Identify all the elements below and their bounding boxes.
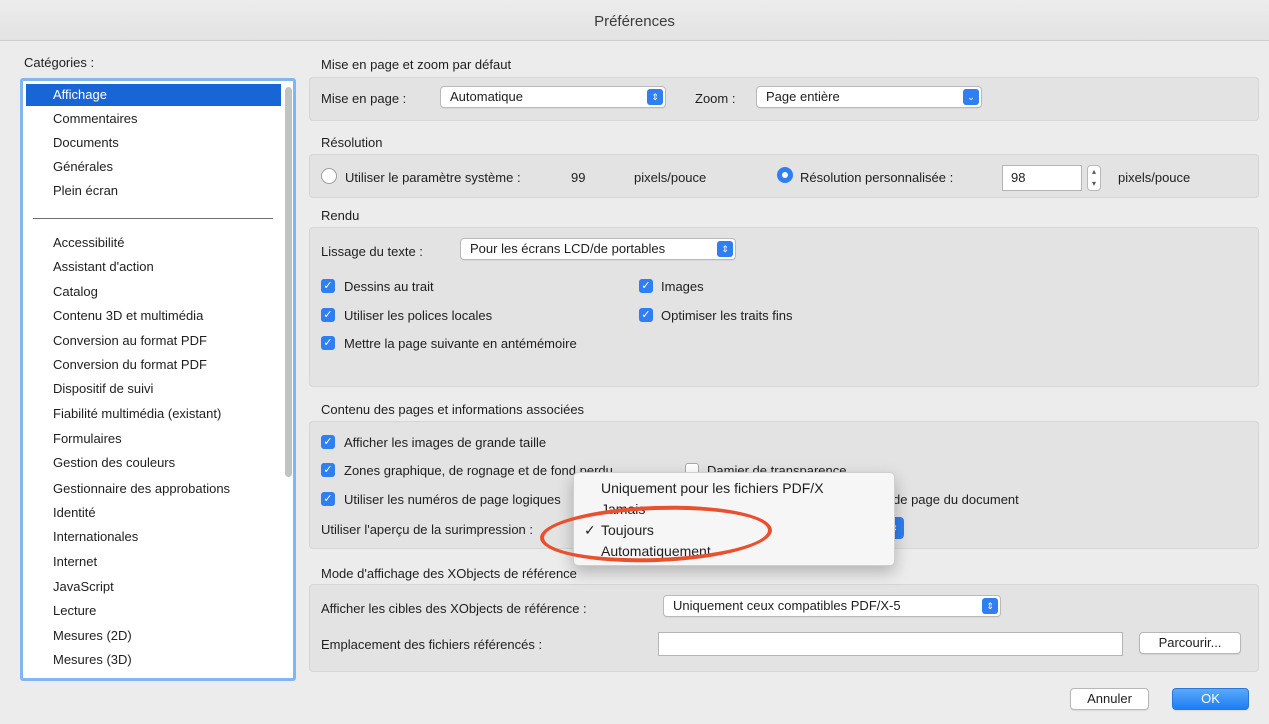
large-images-label: Afficher les images de grande taille bbox=[344, 435, 547, 450]
category-item[interactable]: Mesures (3D) bbox=[23, 649, 283, 671]
category-separator bbox=[33, 218, 273, 219]
xobjects-section-title: Mode d'affichage des XObjects de référen… bbox=[321, 566, 577, 581]
cache-page-label: Mettre la page suivante en antémémoire bbox=[344, 336, 577, 351]
page-numbers-tail-label: de page du document bbox=[893, 492, 1019, 507]
zones-checkbox[interactable]: ✓ bbox=[321, 463, 335, 477]
category-item[interactable]: Assistant d'action bbox=[23, 256, 283, 278]
images-checkbox[interactable]: ✓ bbox=[639, 279, 653, 293]
updown-arrow-icon: ⇕ bbox=[647, 89, 663, 105]
layout-label: Mise en page : bbox=[321, 91, 407, 106]
category-item[interactable]: Dispositif de suivi bbox=[23, 378, 283, 400]
page-numbers-label: Utiliser les numéros de page logiques bbox=[344, 492, 561, 507]
smoothing-select[interactable]: Pour les écrans LCD/de portables ⇕ bbox=[460, 238, 736, 260]
category-item[interactable]: Formulaires bbox=[23, 428, 283, 450]
category-item[interactable]: JavaScript bbox=[23, 576, 283, 598]
category-item[interactable]: Identité bbox=[23, 502, 283, 524]
cache-page-checkbox[interactable]: ✓ bbox=[321, 336, 335, 350]
referenced-files-label: Emplacement des fichiers référencés : bbox=[321, 637, 543, 652]
rendu-group bbox=[309, 227, 1259, 387]
category-item[interactable]: Gestionnaire des approbations bbox=[23, 478, 283, 500]
category-item[interactable]: Conversion au format PDF bbox=[23, 330, 283, 352]
category-item[interactable]: Lecture bbox=[23, 600, 283, 622]
custom-resolution-unit: pixels/pouce bbox=[1118, 170, 1191, 185]
menu-option-pdfx-only[interactable]: Uniquement pour les fichiers PDF/X bbox=[574, 477, 894, 499]
layout-zoom-section-title: Mise en page et zoom par défaut bbox=[321, 57, 512, 72]
category-item[interactable]: Fiabilité multimédia (existant) bbox=[23, 403, 283, 425]
categories-list[interactable]: Affichage Commentaires Documents Général… bbox=[20, 78, 296, 681]
window-title: Préférences bbox=[594, 13, 675, 30]
category-item[interactable]: Internet bbox=[23, 551, 283, 573]
browse-button[interactable]: Parcourir... bbox=[1139, 632, 1241, 654]
xobject-targets-value: Uniquement ceux compatibles PDF/X-5 bbox=[673, 598, 901, 613]
category-affichage[interactable]: Affichage bbox=[26, 84, 281, 106]
category-item[interactable]: Contenu 3D et multimédia bbox=[23, 305, 283, 327]
local-fonts-checkbox[interactable]: ✓ bbox=[321, 308, 335, 322]
xobject-targets-label: Afficher les cibles des XObjects de réfé… bbox=[321, 601, 587, 616]
title-bar: Préférences bbox=[0, 0, 1269, 41]
category-item[interactable]: Accessibilité bbox=[23, 232, 283, 254]
system-resolution-value: 99 bbox=[571, 170, 586, 185]
overprint-label: Utiliser l'aperçu de la surimpression : bbox=[321, 522, 534, 537]
category-item[interactable]: Internationales bbox=[23, 526, 283, 548]
updown-arrow-icon: ⇕ bbox=[717, 241, 733, 257]
category-item[interactable]: Mesures (2D) bbox=[23, 625, 283, 647]
xobject-targets-select[interactable]: Uniquement ceux compatibles PDF/X-5 ⇕ bbox=[663, 595, 1001, 617]
layout-select[interactable]: Automatique ⇕ bbox=[440, 86, 666, 108]
referenced-files-input[interactable] bbox=[658, 632, 1123, 656]
category-documents[interactable]: Documents bbox=[23, 132, 283, 154]
thin-lines-checkbox[interactable]: ✓ bbox=[639, 308, 653, 322]
category-item[interactable]: Gestion des couleurs bbox=[23, 452, 283, 474]
chevron-down-icon: ⌄ bbox=[963, 89, 979, 105]
line-art-label: Dessins au trait bbox=[344, 279, 434, 294]
category-item[interactable]: Catalog bbox=[23, 281, 283, 303]
system-resolution-radio[interactable] bbox=[321, 168, 337, 184]
categories-label: Catégories : bbox=[24, 55, 95, 70]
ok-button[interactable]: OK bbox=[1172, 688, 1249, 710]
thin-lines-label: Optimiser les traits fins bbox=[661, 308, 793, 323]
system-resolution-unit: pixels/pouce bbox=[634, 170, 707, 185]
resolution-stepper[interactable]: ▴ ▾ bbox=[1087, 165, 1101, 191]
smoothing-select-value: Pour les écrans LCD/de portables bbox=[470, 241, 666, 256]
category-plein-ecran[interactable]: Plein écran bbox=[23, 180, 283, 202]
category-generales[interactable]: Générales bbox=[23, 156, 283, 178]
page-numbers-checkbox[interactable]: ✓ bbox=[321, 492, 335, 506]
updown-arrow-icon: ⇕ bbox=[982, 598, 998, 614]
cancel-button[interactable]: Annuler bbox=[1070, 688, 1149, 710]
images-label: Images bbox=[661, 279, 704, 294]
sidebar-scrollbar[interactable] bbox=[285, 87, 292, 477]
zoom-label: Zoom : bbox=[695, 91, 736, 106]
category-commentaires[interactable]: Commentaires bbox=[23, 108, 283, 130]
zoom-select[interactable]: Page entière ⌄ bbox=[756, 86, 982, 108]
system-resolution-label: Utiliser le paramètre système : bbox=[345, 170, 521, 185]
resolution-section-title: Résolution bbox=[321, 135, 383, 150]
content-section-title: Contenu des pages et informations associ… bbox=[321, 402, 585, 417]
smoothing-label: Lissage du texte : bbox=[321, 244, 423, 259]
large-images-checkbox[interactable]: ✓ bbox=[321, 435, 335, 449]
local-fonts-label: Utiliser les polices locales bbox=[344, 308, 493, 323]
zoom-select-value: Page entière bbox=[766, 89, 840, 104]
layout-select-value: Automatique bbox=[450, 89, 523, 104]
custom-resolution-radio[interactable] bbox=[777, 167, 793, 183]
custom-resolution-label: Résolution personnalisée : bbox=[800, 170, 954, 185]
line-art-checkbox[interactable]: ✓ bbox=[321, 279, 335, 293]
category-item[interactable]: Conversion du format PDF bbox=[23, 354, 283, 376]
rendu-section-title: Rendu bbox=[321, 208, 360, 223]
custom-resolution-input[interactable]: 98 bbox=[1002, 165, 1082, 191]
